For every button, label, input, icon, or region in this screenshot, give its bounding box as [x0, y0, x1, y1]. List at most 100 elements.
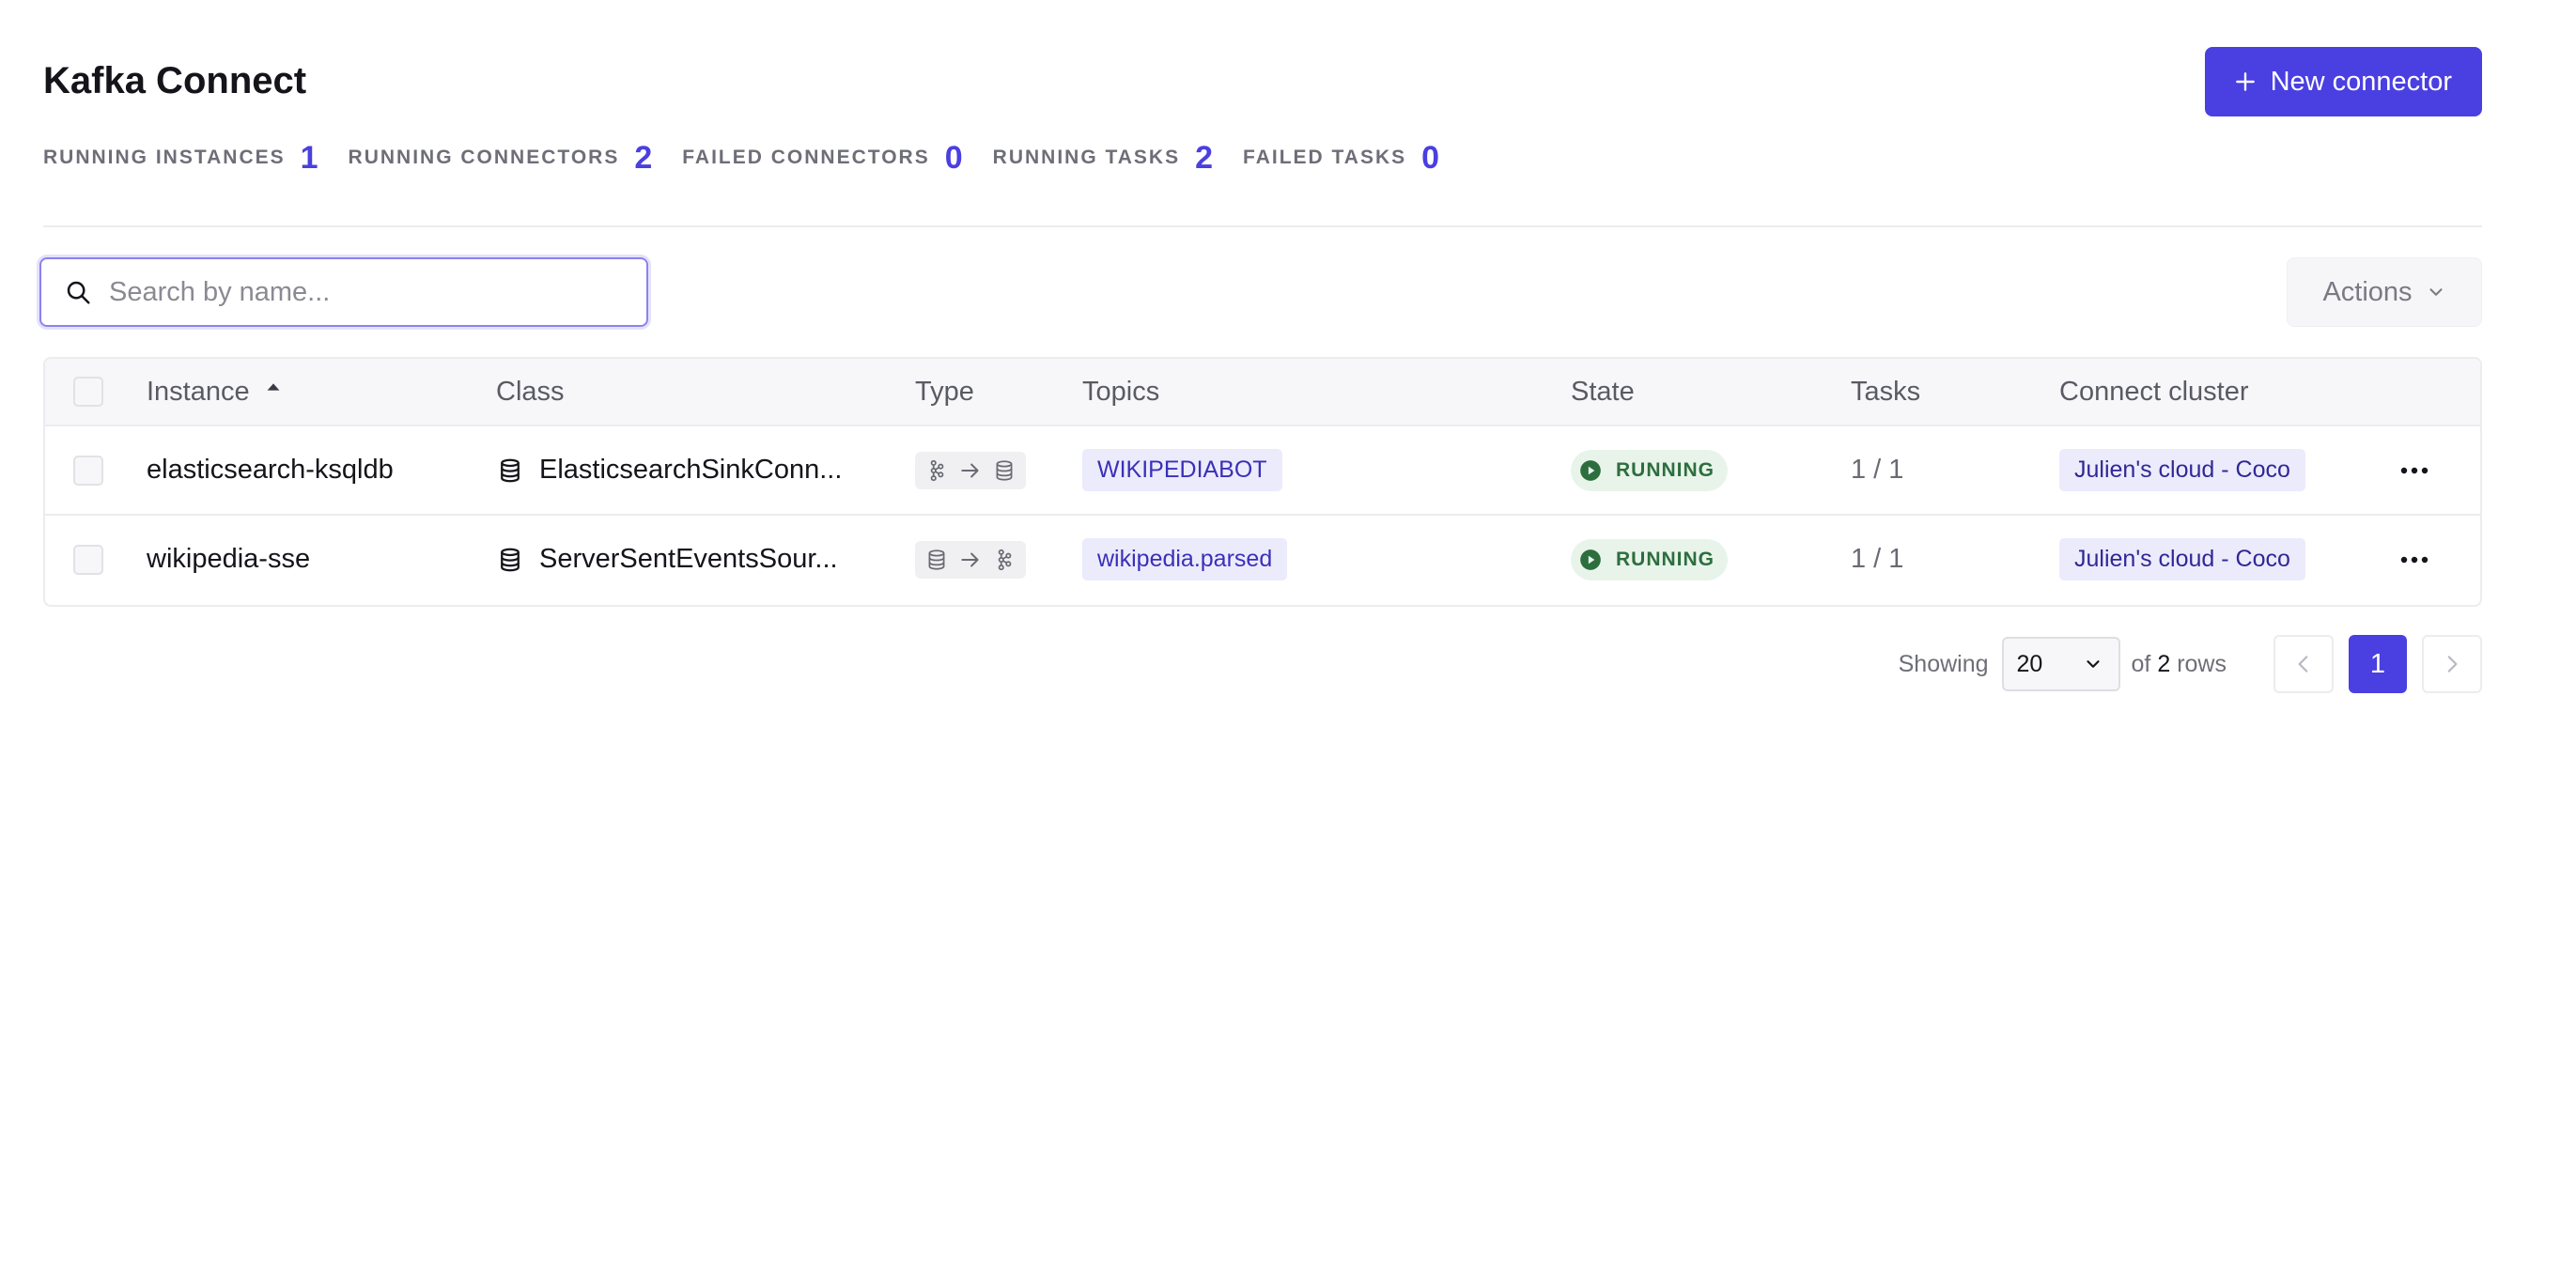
column-header-instance[interactable]: Instance — [147, 359, 284, 425]
database-icon — [996, 459, 1013, 481]
select-all-cell — [73, 359, 103, 425]
more-horizontal-icon — [2400, 467, 2429, 473]
page-header: Kafka Connect New connector — [43, 47, 2482, 116]
next-page-button[interactable] — [2422, 635, 2482, 693]
stat-failed-connectors: FAILED CONNECTORS 0 — [682, 140, 962, 177]
showing-label: Showing — [1898, 650, 1989, 677]
class-name: ElasticsearchSinkConn... — [539, 455, 843, 485]
stat-value: 0 — [944, 139, 963, 176]
status-label: RUNNING — [1616, 458, 1715, 481]
status-label: RUNNING — [1616, 548, 1715, 570]
stat-label: RUNNING TASKS — [992, 147, 1181, 168]
column-header-type[interactable]: Type — [915, 359, 974, 425]
stat-value: 1 — [300, 139, 318, 176]
chevron-left-icon — [2298, 656, 2308, 673]
column-header-label: Instance — [147, 376, 250, 407]
sink-type-chip — [915, 451, 1026, 489]
search-input[interactable] — [109, 276, 635, 308]
stat-value: 2 — [634, 139, 653, 176]
topics-cell: WIKIPEDIABOT — [1082, 426, 1282, 514]
cluster-cell: Julien's cloud - Coco — [2059, 426, 2305, 514]
row-more-button[interactable] — [2392, 537, 2437, 582]
previous-page-button[interactable] — [2273, 635, 2334, 693]
column-header-cluster[interactable]: Connect cluster — [2059, 359, 2249, 425]
state-cell: RUNNING — [1571, 516, 1728, 603]
stat-running-connectors: RUNNING CONNECTORS 2 — [349, 140, 653, 177]
type-cell — [915, 426, 1026, 514]
column-header-class[interactable]: Class — [496, 359, 565, 425]
column-header-tasks[interactable]: Tasks — [1851, 359, 1920, 425]
topic-tag[interactable]: WIKIPEDIABOT — [1082, 449, 1282, 491]
play-circle-icon — [1580, 549, 1601, 570]
row-menu-cell — [2392, 426, 2437, 514]
topic-tag[interactable]: wikipedia.parsed — [1082, 538, 1288, 580]
total-rows: 2 — [2157, 650, 2171, 677]
table-header: Instance Class Type Topics State Tasks C… — [45, 359, 2480, 426]
column-header-state[interactable]: State — [1571, 359, 1635, 425]
database-icon — [501, 548, 520, 571]
instance-name[interactable]: wikipedia-sse — [147, 516, 310, 603]
row-menu-cell — [2392, 516, 2437, 603]
source-type-chip — [915, 540, 1026, 579]
actions-dropdown-button[interactable]: Actions — [2287, 257, 2482, 327]
topics-cell: wikipedia.parsed — [1082, 516, 1288, 603]
class-cell: ElasticsearchSinkConn... — [496, 426, 842, 514]
stat-failed-tasks: FAILED TASKS 0 — [1243, 140, 1439, 177]
kafka-icon — [930, 459, 944, 481]
of-label: of — [2131, 650, 2151, 677]
kafka-icon — [998, 549, 1012, 570]
type-cell — [915, 516, 1026, 603]
new-connector-label: New connector — [2270, 66, 2452, 97]
column-header-topics[interactable]: Topics — [1082, 359, 1159, 425]
chevron-down-icon — [2086, 660, 2100, 668]
row-select-cell — [73, 516, 103, 603]
sort-ascending-icon — [267, 383, 280, 391]
class-cell: ServerSentEventsSour... — [496, 516, 838, 603]
table-row[interactable]: elasticsearch-ksqldb ElasticsearchSinkCo… — [45, 426, 2480, 516]
instance-name[interactable]: elasticsearch-ksqldb — [147, 426, 394, 514]
stat-running-tasks: RUNNING TASKS 2 — [993, 140, 1213, 177]
status-badge: RUNNING — [1571, 538, 1728, 580]
page-button-current[interactable]: 1 — [2349, 635, 2407, 693]
database-icon — [501, 458, 520, 482]
rows-summary: of 2 rows — [2132, 651, 2227, 678]
tasks-count: 1 / 1 — [1851, 544, 1904, 574]
table-row[interactable]: wikipedia-sse ServerSentEventsSour... wi… — [45, 516, 2480, 605]
database-icon — [928, 549, 945, 570]
select-all-checkbox[interactable] — [73, 377, 103, 407]
status-badge: RUNNING — [1571, 449, 1728, 491]
row-select-cell — [73, 426, 103, 514]
stat-value: 0 — [1421, 139, 1440, 176]
connectors-table: Instance Class Type Topics State Tasks C… — [43, 357, 2482, 607]
page-title: Kafka Connect — [43, 60, 307, 101]
pagination: Showing 20 of 2 rows 1 — [1899, 635, 2482, 693]
cluster-cell: Julien's cloud - Coco — [2059, 516, 2305, 603]
header-divider — [43, 225, 2482, 227]
play-circle-icon — [1580, 459, 1601, 481]
search-icon — [67, 281, 90, 304]
stat-label: FAILED TASKS — [1243, 147, 1407, 168]
page-size-value: 20 — [2016, 650, 2043, 677]
plus-icon — [2235, 72, 2255, 91]
chevron-down-icon — [2429, 288, 2443, 296]
row-checkbox[interactable] — [73, 544, 103, 575]
new-connector-button[interactable]: New connector — [2204, 47, 2482, 116]
state-cell: RUNNING — [1571, 426, 1728, 514]
row-checkbox[interactable] — [73, 455, 103, 486]
stat-value: 2 — [1195, 139, 1214, 176]
cluster-tag[interactable]: Julien's cloud - Coco — [2059, 449, 2305, 491]
row-more-button[interactable] — [2392, 448, 2437, 493]
rows-label: rows — [2177, 650, 2227, 677]
arrow-right-icon — [961, 463, 979, 477]
more-horizontal-icon — [2400, 556, 2429, 563]
cluster-tag[interactable]: Julien's cloud - Coco — [2059, 538, 2305, 580]
page-size-select[interactable]: 20 — [2001, 637, 2120, 691]
class-name: ServerSentEventsSour... — [539, 544, 838, 574]
arrow-right-icon — [961, 552, 979, 566]
stat-label: FAILED CONNECTORS — [682, 147, 930, 168]
stats-bar: RUNNING INSTANCES 1 RUNNING CONNECTORS 2… — [43, 137, 1469, 178]
search-box[interactable] — [39, 257, 648, 327]
stat-running-instances: RUNNING INSTANCES 1 — [43, 140, 318, 177]
stat-label: RUNNING CONNECTORS — [348, 147, 620, 168]
actions-label: Actions — [2322, 276, 2413, 307]
